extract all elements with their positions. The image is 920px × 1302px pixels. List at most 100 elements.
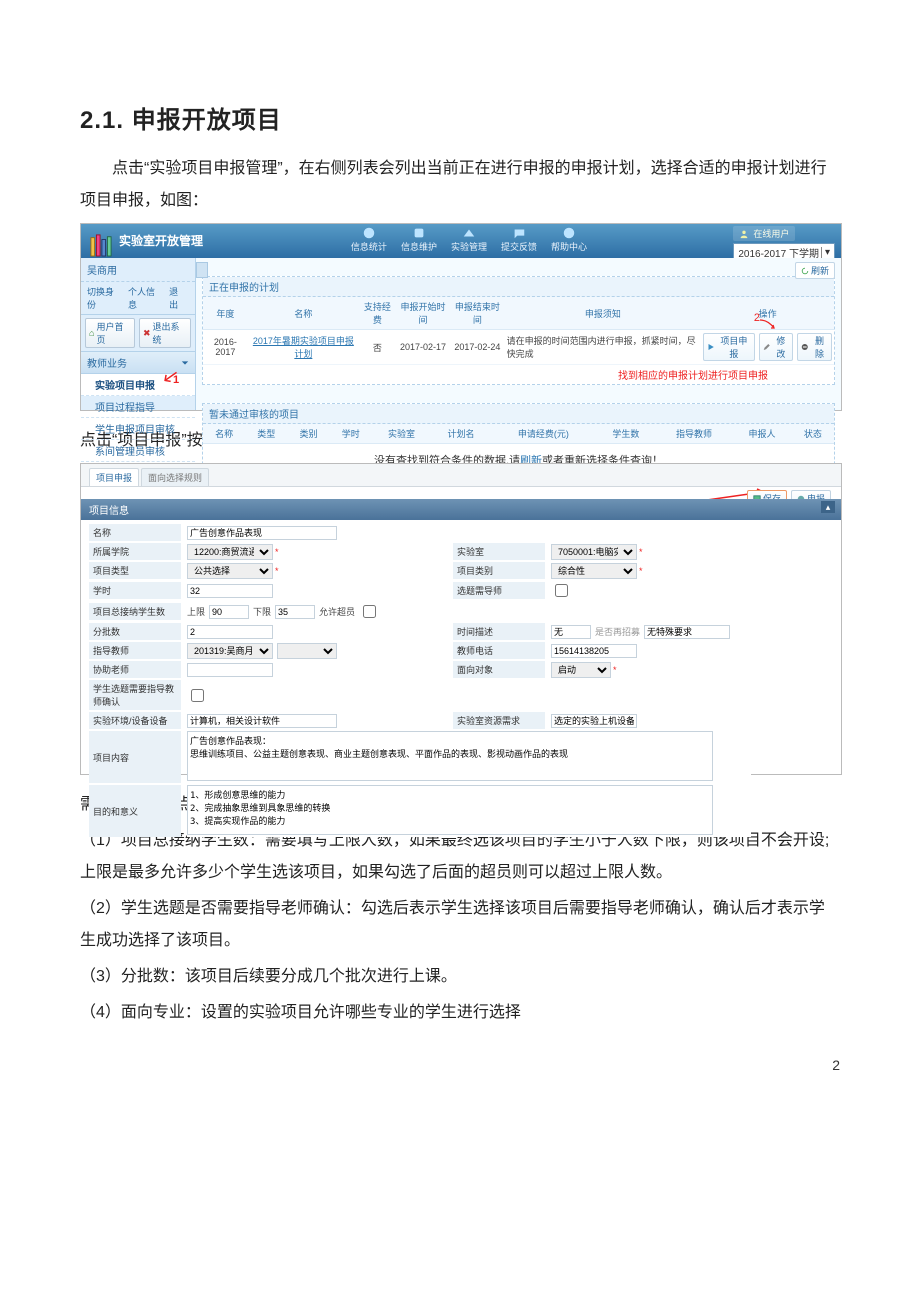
cell-start: 2017-02-17 — [396, 330, 450, 365]
note-3: （3）分批数：该项目后续要分成几个批次进行上课。 — [80, 961, 840, 993]
ptype-select[interactable]: 公共选择 — [187, 563, 273, 579]
col-start: 申报开始时间 — [396, 297, 450, 330]
section-heading: 2.1. 申报开放项目 — [80, 100, 840, 135]
label-topic-req: 选题需导师 — [453, 582, 545, 599]
home-icon: ⌂ — [89, 328, 94, 338]
col-name: 名称 — [248, 297, 359, 330]
apply-hint-tip: 找到相应的申报计划进行项目申报 — [203, 365, 834, 384]
top-icon-help[interactable]: 帮助中心 — [551, 226, 587, 253]
link-logout[interactable]: 退 出 — [169, 285, 189, 311]
advisor-tel-input[interactable] — [551, 644, 637, 658]
play-icon — [707, 343, 715, 351]
arrow-icon — [758, 318, 778, 334]
sidebar-section-header[interactable]: 教师业务 — [81, 352, 195, 374]
col-note: 申报须知 — [505, 297, 702, 330]
timedesc-note-input[interactable] — [644, 625, 730, 639]
tab-target-rules[interactable]: 面向选择规则 — [141, 468, 209, 486]
pencil-icon — [763, 343, 771, 351]
label-college: 所属学院 — [89, 543, 181, 560]
user-icon — [739, 229, 749, 239]
label-batch: 分批数 — [89, 623, 181, 640]
top-icon-feedback[interactable]: 提交反馈 — [501, 226, 537, 253]
app-logo-icon — [89, 224, 113, 258]
meaning-textarea[interactable] — [187, 785, 713, 835]
top-icon-bar: 信息统计 信息维护 实验管理 提交反馈 帮助中心 — [351, 226, 587, 253]
form-section-header: 项目信息 ▴ — [81, 499, 841, 520]
refresh-icon — [801, 267, 809, 275]
main-content: 刷新 正在申报的计划 年度 名称 支持经费 申报开始时间 申报结束时间 申报须知… — [196, 258, 841, 410]
chevron-down-icon — [181, 359, 189, 367]
col-year: 年度 — [203, 297, 248, 330]
top-icon-maintain[interactable]: 信息维护 — [401, 226, 437, 253]
home-button[interactable]: ⌂用户首页 — [85, 318, 135, 348]
env-need-input[interactable] — [551, 714, 637, 728]
plan-name-link[interactable]: 2017年暑期实验项目申报计划 — [253, 336, 354, 359]
link-profile[interactable]: 个人信息 — [128, 285, 163, 311]
advisor-select[interactable]: 201319:吴商月 — [187, 643, 273, 659]
label-allow-recruit: 是否再招募 — [595, 625, 640, 638]
panel-title: 暂未通过审核的项目 — [203, 404, 834, 424]
tab-project-apply[interactable]: 项目申报 — [89, 468, 139, 486]
link-switch-role[interactable]: 切换身份 — [87, 285, 122, 311]
sidebar-item-student-review[interactable]: 学生申报项目审核 — [81, 418, 195, 440]
project-form-grid: 名称 所属学院 12200:商贸流通技术系* 实验室 7050001:电脑实验室… — [81, 520, 841, 841]
sidebar-item-process-guide[interactable]: 项目过程指导 — [81, 396, 195, 418]
env-input[interactable] — [187, 714, 337, 728]
label-hours: 学时 — [89, 582, 181, 599]
sidebar-profile-links: 切换身份 个人信息 退 出 — [81, 282, 195, 315]
timedesc-input[interactable] — [551, 625, 591, 639]
cell-end: 2017-02-24 — [450, 330, 504, 365]
col-end: 申报结束时间 — [450, 297, 504, 330]
page-number: 2 — [832, 1057, 840, 1073]
close-icon: ✖ — [143, 328, 151, 339]
pending-projects-table: 名称 类型 类别 学时 实验室 计划名 申请经费(元) 学生数 指导教师 申报人… — [203, 424, 834, 444]
co-advisor-input[interactable] — [187, 663, 273, 677]
panel-title: 正在申报的计划 — [203, 277, 834, 297]
college-select[interactable]: 12200:商贸流通技术系 — [187, 544, 273, 560]
label-need-confirm: 学生选题需要指导教师确认 — [89, 680, 181, 710]
lab-select[interactable]: 7050001:电脑实验室 — [551, 544, 637, 560]
label-env-need: 实验室资源需求 — [453, 712, 545, 729]
project-apply-button[interactable]: 项目申报 — [703, 333, 755, 361]
sidebar-collapse-handle[interactable] — [196, 262, 208, 278]
pcat-select[interactable]: 综合性 — [551, 563, 637, 579]
label-upper: 上限 — [187, 605, 205, 618]
intro-paragraph-1: 点击“实验项目申报管理”，在右侧列表会列出当前正在进行申报的申报计划，选择合适的… — [80, 153, 840, 217]
topic-required-checkbox[interactable] — [555, 584, 568, 597]
panel-active-plans: 正在申报的计划 年度 名称 支持经费 申报开始时间 申报结束时间 申报须知 操作… — [202, 276, 835, 385]
capacity-upper-input[interactable] — [209, 605, 249, 619]
capacity-lower-input[interactable] — [275, 605, 315, 619]
collapse-toggle[interactable]: ▴ — [821, 501, 835, 513]
overflow-checkbox[interactable] — [363, 605, 376, 618]
screenshot-plan-list: 实验室开放管理 信息统计 信息维护 实验管理 提交反馈 帮助中心 在线用户 20… — [80, 223, 842, 411]
label-content: 项目内容 — [89, 731, 181, 783]
refresh-button[interactable]: 刷新 — [795, 262, 835, 279]
batch-input[interactable] — [187, 625, 273, 639]
sidebar-item-dept-review[interactable]: 系间管理员审核 — [81, 440, 195, 462]
annotation-1: 1 — [173, 374, 179, 386]
label-lab: 实验室 — [453, 543, 545, 560]
table-header-row: 年度 名称 支持经费 申报开始时间 申报结束时间 申报须知 操作 — [203, 297, 834, 330]
chevron-down-icon: ▾ — [821, 247, 830, 258]
hours-input[interactable] — [187, 584, 273, 598]
major-select[interactable]: 启动 — [551, 662, 611, 678]
sidebar: 吴商用 切换身份 个人信息 退 出 ⌂用户首页 ✖退出系统 教师业务 实验项目申… — [81, 258, 196, 410]
cell-fund: 否 — [359, 330, 396, 365]
online-users-badge[interactable]: 在线用户 — [733, 226, 795, 241]
top-icon-manage[interactable]: 实验管理 — [451, 226, 487, 253]
form-tab-bar: 项目申报 面向选择规则 — [81, 464, 841, 487]
need-confirm-checkbox[interactable] — [191, 689, 204, 702]
top-icon-stats[interactable]: 信息统计 — [351, 226, 387, 253]
active-plans-table: 年度 名称 支持经费 申报开始时间 申报结束时间 申报须知 操作 2016-20… — [203, 297, 834, 365]
advisor-select-2[interactable] — [277, 643, 337, 659]
label-co-advisor: 协助老师 — [89, 661, 181, 678]
label-overflow: 允许超员 — [319, 605, 355, 618]
table-header-row: 名称 类型 类别 学时 实验室 计划名 申请经费(元) 学生数 指导教师 申报人… — [203, 424, 834, 444]
label-ptype: 项目类型 — [89, 562, 181, 579]
delete-button[interactable]: 删除 — [797, 333, 832, 361]
exit-system-button[interactable]: ✖退出系统 — [139, 318, 191, 348]
name-input[interactable] — [187, 526, 337, 540]
edit-button[interactable]: 修改 — [759, 333, 794, 361]
content-textarea[interactable] — [187, 731, 713, 781]
sidebar-item-project-apply[interactable]: 实验项目申报 1 — [81, 374, 195, 396]
